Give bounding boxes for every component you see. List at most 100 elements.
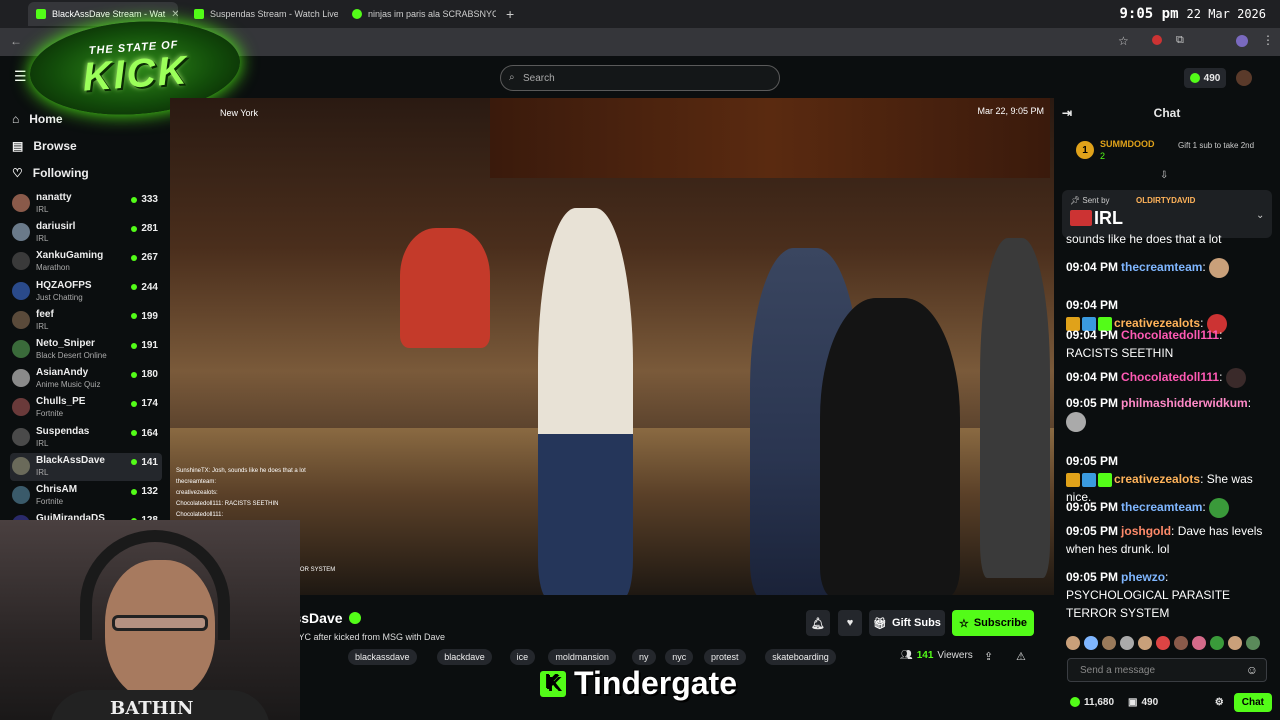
channel-viewers: 191 <box>131 340 158 351</box>
video-player[interactable]: New York Mar 22, 9:05 PM SunshineTX: Jos… <box>170 98 1054 595</box>
message-time: 09:05 PM <box>1066 396 1119 410</box>
streamer-webcam: BATHIN <box>0 520 300 720</box>
sidebar-channel-item[interactable]: ChrisAM Fortnite 132 <box>10 482 162 510</box>
report-icon[interactable]: ⚠ <box>1016 650 1026 663</box>
emote-icon[interactable] <box>1210 635 1224 650</box>
heart-icon: ♡ <box>12 166 23 180</box>
follow-button[interactable]: ♥ <box>838 610 862 636</box>
sidebar-channel-item[interactable]: BlackAssDave IRL 141 <box>10 452 162 481</box>
sidebar-item-following[interactable]: ♡ Following <box>12 166 89 180</box>
sidebar-channel-item[interactable]: feef IRL 199 <box>10 307 162 335</box>
sidebar-channel-item[interactable]: AsianAndy Anime Music Quiz 180 <box>10 365 162 393</box>
gift-subs-button[interactable]: 🎁︎ Gift Subs <box>869 610 945 636</box>
message-time: 09:05 PM <box>1066 570 1119 584</box>
sidebar-channel-item[interactable]: HQZAOFPS Just Chatting 244 <box>10 278 162 306</box>
extension-icon[interactable] <box>1152 35 1162 45</box>
message-text: RACISTS SEETHIN <box>1066 346 1174 360</box>
back-icon[interactable]: ← <box>10 34 22 48</box>
video-timestamp: Mar 22, 9:05 PM <box>977 106 1044 116</box>
star-icon[interactable]: ☆ <box>1118 34 1129 48</box>
kicks-count: 11,680 <box>1084 696 1115 708</box>
sidebar-channel-item[interactable]: Neto_Sniper Black Desert Online 191 <box>10 336 162 364</box>
channel-viewers: 244 <box>131 282 158 293</box>
chat-message: 09:05 PM thecreamteam: <box>1066 498 1266 518</box>
search-icon: ⌕ <box>509 72 515 83</box>
emote-icon[interactable] <box>1174 635 1188 650</box>
chat-send-button[interactable]: Chat <box>1233 692 1272 712</box>
emote-icon[interactable] <box>1156 635 1170 650</box>
channel-name: AsianAndy <box>36 367 89 379</box>
message-username[interactable]: creativezealots <box>1114 472 1200 486</box>
emote-icon[interactable] <box>1120 635 1134 650</box>
subscribe-button[interactable]: ☆ Subscribe <box>952 610 1034 636</box>
emote-icon[interactable] <box>1228 635 1242 650</box>
sidebar-channel-item[interactable]: Chulls_PE Fortnite 174 <box>10 394 162 422</box>
stream-tag[interactable]: skateboarding <box>765 649 836 665</box>
message-username[interactable]: joshgold <box>1121 524 1171 538</box>
collapse-chat-icon[interactable]: ⇥ <box>1062 106 1072 120</box>
points-badge[interactable]: 490 <box>1184 68 1226 88</box>
stream-tag[interactable]: ny <box>632 649 656 665</box>
sidebar-channel-item[interactable]: Suspendas IRL 164 <box>10 424 162 452</box>
message-username[interactable]: Chocolatedoll111 <box>1121 328 1219 342</box>
emote-icon[interactable] <box>1138 635 1152 650</box>
new-tab-icon[interactable]: + <box>506 6 514 22</box>
emote-icon[interactable] <box>1192 635 1206 650</box>
kick-logo-icon: K <box>540 670 566 697</box>
chevron-down-icon[interactable]: ⌄ <box>1256 210 1264 221</box>
more-icon[interactable]: ⋮ <box>1262 33 1274 47</box>
stream-tag[interactable]: blackassdave <box>348 649 417 665</box>
emote-icon[interactable] <box>1246 635 1260 650</box>
message-username[interactable]: thecreamteam <box>1121 260 1202 274</box>
notification-bell-button[interactable]: 🔔︎ <box>806 610 830 636</box>
sidebar-channel-item[interactable]: nanatty IRL 333 <box>10 190 162 218</box>
channel-category: IRL <box>36 467 49 477</box>
channel-name: Chulls_PE <box>36 396 86 408</box>
share-icon[interactable]: ⇪ <box>984 650 993 663</box>
overlay-chat-line: SunshineTX: Josh, sounds like he does th… <box>176 468 306 474</box>
profile-icon[interactable] <box>1236 35 1248 47</box>
channel-category: Marathon <box>36 263 70 273</box>
emote-icon[interactable] <box>1102 635 1116 650</box>
browse-icon: ▤ <box>12 139 24 153</box>
channel-viewers: 333 <box>131 194 158 205</box>
message-username[interactable]: Chocolatedoll111 <box>1121 370 1219 384</box>
settings-icon[interactable]: ⚙ <box>1215 697 1224 708</box>
channel-avatar <box>12 427 30 446</box>
message-time: 09:05 PM <box>1066 500 1119 515</box>
gift-cta[interactable]: Gift 1 sub to take 2nd <box>1178 141 1258 150</box>
stream-tag[interactable]: blackdave <box>437 649 492 665</box>
channel-avatar <box>12 398 30 417</box>
message-username[interactable]: phewzo <box>1121 570 1165 584</box>
users-icon: 👥︎ <box>900 650 913 661</box>
overlay-chat-line: thecreamteam: <box>176 479 217 485</box>
sidebar-channel-item[interactable]: dariusirl IRL 281 <box>10 219 162 247</box>
emote-icon[interactable] <box>1084 635 1098 650</box>
sidebar-item-browse[interactable]: ▤ Browse <box>12 139 77 153</box>
tab-suspendas[interactable]: Suspendas Stream - Watch Live ✕ <box>186 2 338 26</box>
search-input[interactable]: ⌕ Search <box>500 65 780 91</box>
message-time: 09:05 PM <box>1066 454 1119 468</box>
stream-tag[interactable]: ice <box>509 649 536 665</box>
emote-icon <box>1209 498 1230 518</box>
sidebar-item-home[interactable]: ⌂ Home <box>12 112 63 126</box>
stream-tag[interactable]: moldmansion <box>548 649 616 665</box>
expand-icon[interactable]: ⇩ <box>1160 170 1168 181</box>
shirt-text: BATHIN <box>110 698 194 719</box>
puzzle-icon[interactable]: ⧉ <box>1176 34 1184 47</box>
stream-tag[interactable]: nyc <box>665 649 694 665</box>
emoji-icon[interactable]: ☺ <box>1246 663 1258 677</box>
chat-message-input[interactable]: Send a message ☺ <box>1067 658 1267 682</box>
sidebar-channel-item[interactable]: XankuGaming Marathon 267 <box>10 248 162 276</box>
message-username[interactable]: thecreamteam <box>1121 500 1202 514</box>
emote-bar[interactable] <box>1066 634 1272 652</box>
user-avatar[interactable] <box>1236 70 1252 86</box>
pinned-emote <box>1070 210 1092 226</box>
channel-avatar <box>12 486 30 504</box>
menu-icon[interactable]: ☰ <box>14 68 27 85</box>
message-username[interactable]: philmashidderwidkum <box>1121 396 1248 410</box>
tab-ninjas[interactable]: ninjas im paris ala SCRABSNYC ✕ <box>344 2 496 26</box>
close-icon[interactable]: ✕ <box>171 9 178 20</box>
stream-tag[interactable]: protest <box>704 649 746 665</box>
emote-icon[interactable] <box>1066 635 1080 650</box>
